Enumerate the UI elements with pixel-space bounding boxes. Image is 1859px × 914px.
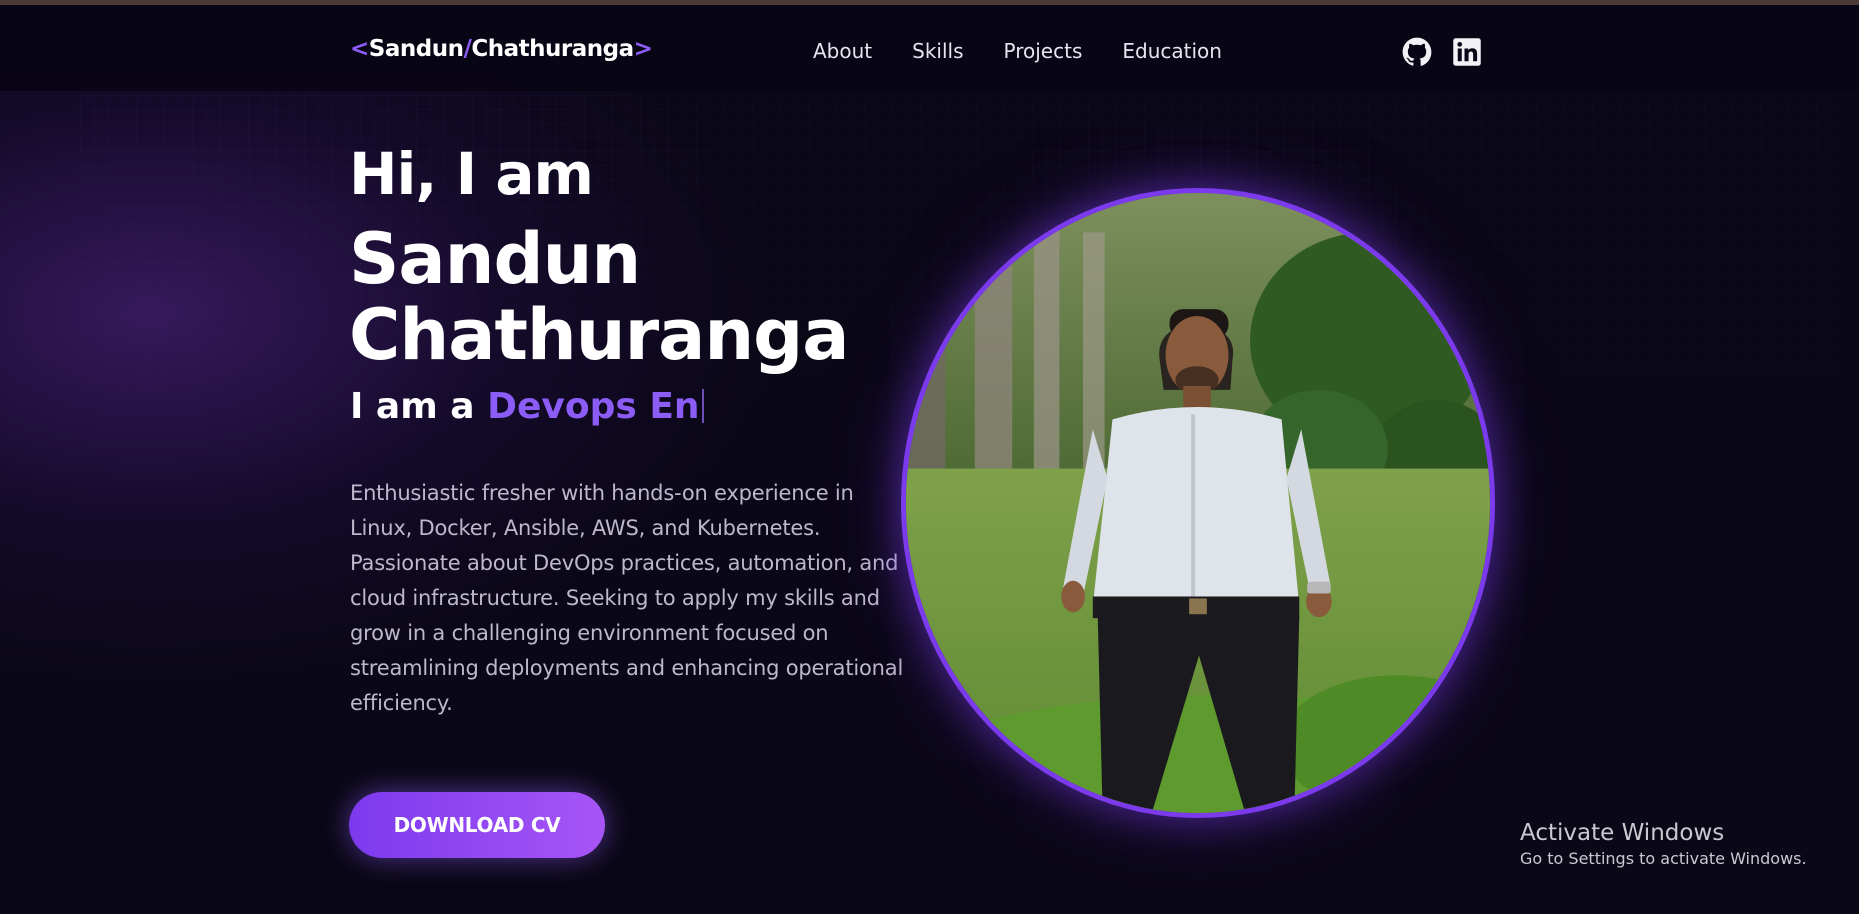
role-typewriter: I am a Devops En: [350, 389, 704, 425]
role-prefix: I am a: [350, 386, 475, 427]
greeting-heading: Hi, I am: [349, 140, 594, 208]
role-typed-text: Devops En: [487, 386, 700, 427]
logo-open-bracket: <: [350, 36, 369, 62]
nav-menu: About Skills Projects Education: [813, 39, 1222, 63]
nav-link-education[interactable]: Education: [1122, 39, 1222, 63]
last-name: Chathuranga: [349, 294, 850, 376]
first-name: Sandun: [349, 218, 641, 300]
typing-caret: [701, 389, 704, 423]
logo-first-name: Sandun: [368, 36, 464, 62]
nav-link-about[interactable]: About: [813, 39, 872, 63]
nav-link-skills[interactable]: Skills: [912, 39, 963, 63]
windows-activation-watermark: Activate Windows Go to Settings to activ…: [1520, 819, 1840, 871]
watermark-title: Activate Windows: [1520, 820, 1725, 846]
site-logo[interactable]: <Sandun/Chathuranga>: [350, 36, 653, 62]
logo-last-name: Chathuranga: [471, 36, 634, 62]
download-cv-button[interactable]: DOWNLOAD CV: [349, 792, 605, 858]
navbar: <Sandun/Chathuranga> About Skills Projec…: [0, 5, 1859, 91]
full-name-heading: Sandun Chathuranga: [349, 218, 850, 376]
nav-link-projects[interactable]: Projects: [1004, 39, 1083, 63]
profile-photo: [901, 188, 1495, 818]
intro-description: Enthusiastic fresher with hands-on exper…: [350, 481, 904, 715]
github-icon[interactable]: [1402, 37, 1432, 67]
social-links: [1402, 37, 1482, 67]
profile-photo-illustration: [906, 193, 1490, 813]
portfolio-page: <Sandun/Chathuranga> About Skills Projec…: [0, 5, 1859, 914]
linkedin-icon[interactable]: [1452, 37, 1482, 67]
logo-close-bracket: >: [633, 36, 653, 62]
watermark-subtitle: Go to Settings to activate Windows.: [1520, 849, 1807, 868]
